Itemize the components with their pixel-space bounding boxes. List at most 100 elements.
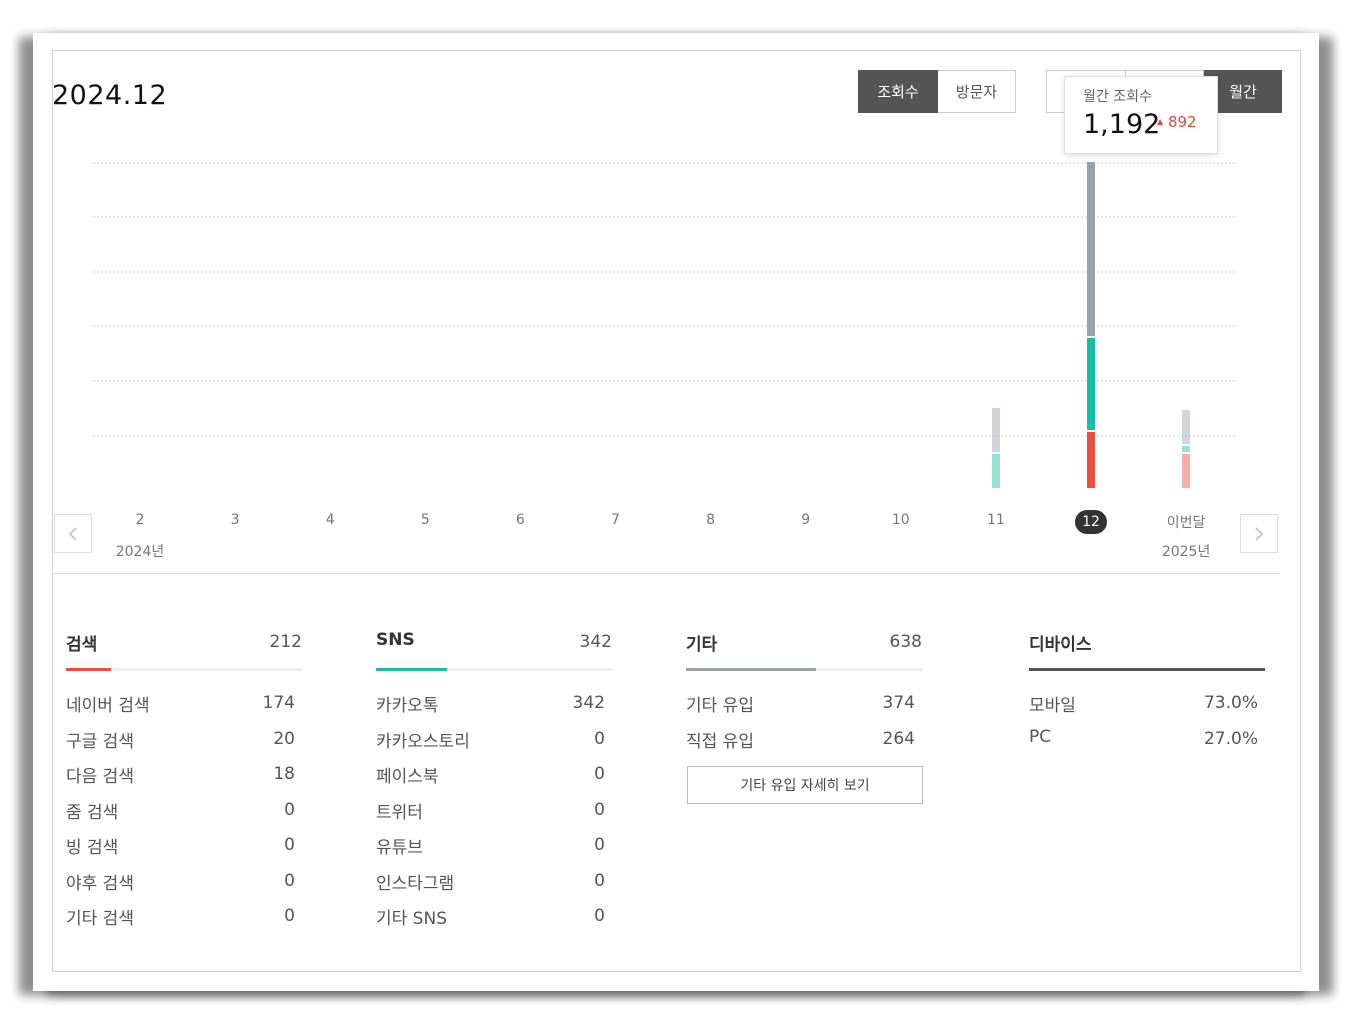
sns-row: 카카오스토리 0	[376, 727, 612, 763]
sns-row-value: 0	[594, 799, 605, 820]
search-row-value: 0	[284, 799, 295, 820]
bar-search-11[interactable]	[1182, 454, 1191, 488]
search-row: 구글 검색 20	[66, 727, 302, 763]
tooltip-label: 월간 조회수	[1083, 89, 1152, 105]
x-tick-label[interactable]: 이번달	[1156, 512, 1216, 532]
monthly-views-tooltip: 월간 조회수 1,192 ▲ 892	[1064, 76, 1218, 154]
x-tick-label[interactable]: 7	[586, 512, 646, 528]
bar-etc-9[interactable]	[991, 407, 1000, 453]
sns-row-value: 342	[572, 693, 605, 713]
sns-row: 유튜브 0	[376, 833, 612, 869]
prev-period-button[interactable]	[54, 514, 92, 553]
sns-row: 인스타그램 0	[376, 869, 612, 905]
bar-sns-11[interactable]	[1182, 446, 1191, 453]
x-tick-label[interactable]: 9	[776, 512, 836, 528]
sns-row-value: 0	[594, 835, 605, 855]
sns-row: 기타 SNS 0	[376, 904, 612, 940]
search-row: 빙 검색 0	[66, 833, 302, 869]
etc-stats: 기타 638 기타 유입 374 직접 유입 264	[686, 630, 922, 762]
grid-line	[93, 380, 1235, 382]
search-row-label: 야후 검색	[66, 873, 134, 894]
search-row-value: 0	[284, 835, 295, 855]
device-ratio-bar	[1029, 668, 1265, 671]
sns-ratio-bar	[376, 668, 612, 671]
search-row-value: 0	[284, 906, 295, 926]
etc-total: 638	[889, 632, 922, 652]
etc-row: 직접 유입 264	[686, 727, 922, 763]
grid-line	[93, 271, 1235, 273]
device-stats: 디바이스 모바일 73.0% PC 27.0%	[1029, 630, 1265, 762]
sns-row-label: 페이스북	[376, 767, 439, 787]
device-row-label: 모바일	[1029, 696, 1076, 716]
search-row-value: 174	[262, 693, 295, 713]
grid-line	[93, 435, 1235, 437]
etc-row-value: 264	[882, 728, 915, 749]
bar-etc-10[interactable]	[1087, 162, 1095, 336]
sns-row-value: 0	[594, 764, 605, 784]
device-row-label: PC	[1029, 726, 1052, 747]
etc-title: 기타	[686, 635, 718, 655]
sns-title: SNS	[376, 630, 415, 650]
chevron-right-icon	[1255, 526, 1264, 541]
chevron-left-icon	[68, 526, 77, 541]
search-row-label: 빙 검색	[66, 838, 119, 858]
x-tick-label[interactable]: 10	[871, 512, 931, 528]
bar-sns-9[interactable]	[991, 454, 1000, 488]
sns-row-value: 0	[594, 728, 605, 749]
search-row-label: 구글 검색	[66, 731, 134, 752]
sns-row-value: 0	[594, 906, 605, 926]
device-row: PC 27.0%	[1029, 727, 1265, 763]
next-period-button[interactable]	[1240, 514, 1278, 553]
etc-row: 기타 유입 374	[686, 691, 922, 727]
x-tick-label[interactable]: 6	[490, 512, 550, 528]
bar-search-10[interactable]	[1087, 431, 1095, 488]
sns-row: 카카오톡 342	[376, 691, 612, 727]
grid-line	[93, 162, 1235, 164]
search-stats: 검색 212 네이버 검색 174 구글 검색 20 다음 검색 18 줌 검색 0 빙 검색 0…	[66, 630, 302, 940]
etc-ratio-bar	[686, 668, 922, 671]
sns-row: 페이스북 0	[376, 762, 612, 798]
sns-row-label: 기타 SNS	[376, 909, 447, 929]
search-row: 네이버 검색 174	[66, 691, 302, 727]
sns-row-label: 유튜브	[376, 838, 423, 858]
sns-row-label: 카카오스토리	[376, 731, 470, 752]
search-row-label: 다음 검색	[66, 767, 134, 787]
grid-line	[93, 216, 1235, 218]
visitors-toggle-button[interactable]: 방문자	[938, 70, 1016, 113]
search-row-value: 20	[273, 728, 295, 749]
tooltip-delta: ▲ 892	[1157, 113, 1197, 131]
search-row-label: 줌 검색	[66, 802, 119, 823]
bar-etc-11[interactable]	[1182, 410, 1191, 444]
search-row: 기타 검색 0	[66, 904, 302, 940]
grid-line	[93, 325, 1235, 327]
search-row-label: 기타 검색	[66, 909, 134, 929]
x-tick-label[interactable]: 2	[110, 512, 170, 528]
search-row-value: 18	[273, 764, 295, 784]
x-tick-label[interactable]: 3	[205, 512, 265, 528]
x-tick-label[interactable]: 4	[300, 512, 360, 528]
x-tick-label[interactable]: 5	[395, 512, 455, 528]
section-divider	[52, 573, 1280, 574]
tooltip-delta-value: 892	[1167, 113, 1197, 131]
device-title: 디바이스	[1029, 635, 1092, 655]
search-row: 다음 검색 18	[66, 762, 302, 798]
sns-total: 342	[579, 632, 612, 652]
device-ratio-fill	[1029, 668, 1265, 671]
sns-stats: SNS 342 카카오톡 342 카카오스토리 0 페이스북 0 트위터 0 유튜브 0 인스타그램…	[376, 630, 612, 940]
sns-row-label: 인스타그램	[376, 873, 455, 894]
views-toggle-button[interactable]: 조회수	[858, 70, 938, 113]
x-tick-label[interactable]: 11	[966, 512, 1026, 528]
x-tick-selected[interactable]: 12	[1075, 510, 1107, 534]
search-total: 212	[269, 632, 302, 652]
up-triangle-icon: ▲	[1157, 117, 1164, 126]
period-title: 2024.12	[52, 80, 168, 111]
etc-row-value: 374	[882, 693, 915, 713]
x-tick-label[interactable]: 8	[681, 512, 741, 528]
sns-row: 트위터 0	[376, 798, 612, 834]
etc-detail-button[interactable]: 기타 유입 자세히 보기	[687, 766, 923, 804]
tooltip-value: 1,192	[1083, 109, 1161, 140]
sns-row-label: 트위터	[376, 802, 423, 823]
bar-sns-10[interactable]	[1087, 337, 1095, 430]
etc-ratio-fill	[686, 668, 816, 671]
search-ratio-fill	[66, 668, 111, 671]
